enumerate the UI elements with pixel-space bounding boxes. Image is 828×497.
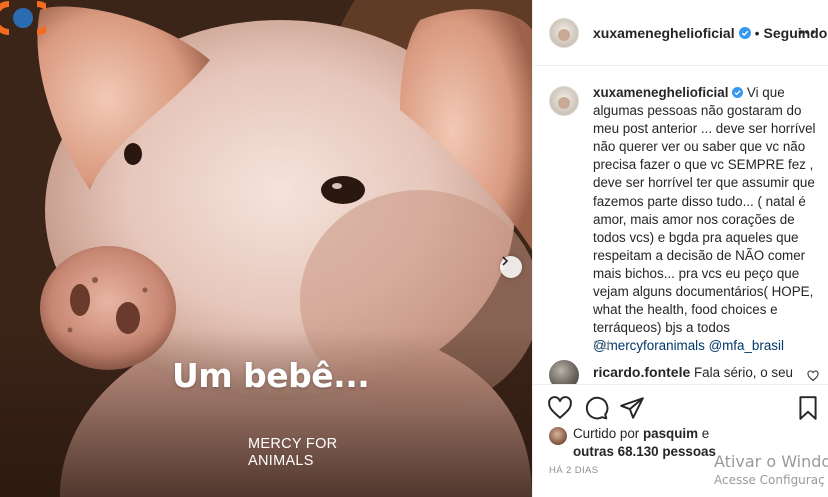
brand-line-1: MERCY FOR [248, 436, 338, 452]
comment-body: ricardo.fontele Fala sério, o seu [593, 364, 793, 380]
following-button[interactable]: Seguindo [764, 25, 828, 41]
author-info: xuxameneghelioficial • Seguindo [593, 25, 827, 41]
commenter-username[interactable]: ricardo.fontele [593, 364, 690, 380]
brand-line-2: ANIMALS [248, 453, 314, 469]
mention-mfa-brasil[interactable]: @mfa_brasil [709, 338, 784, 353]
caption-author-avatar[interactable] [549, 86, 579, 116]
mercy-for-animals-wordmark: MERCY FOR ANIMALS [248, 436, 337, 470]
like-comment-heart-icon[interactable] [807, 370, 819, 382]
chevron-right-icon [502, 256, 509, 266]
caption-body: xuxameneghelioficial Vi que algumas pess… [593, 84, 817, 355]
bookmark-icon[interactable] [795, 395, 821, 421]
likes-connector: e [701, 426, 710, 441]
post-header: xuxameneghelioficial • Seguindo [533, 0, 828, 66]
author-avatar[interactable] [549, 17, 579, 48]
pig-photo [0, 0, 532, 497]
post-actions: Curtido por pasquim e outras 68.130 pess… [533, 384, 828, 497]
mention-mercyforanimals[interactable]: @mercyforanimals [593, 338, 705, 353]
comment-icon[interactable] [583, 395, 609, 421]
comments-section[interactable]: xuxameneghelioficial Vi que algumas pess… [533, 66, 828, 384]
liker-avatar[interactable] [549, 427, 567, 445]
next-image-button[interactable] [500, 256, 522, 278]
mercy-for-animals-logo [0, 1, 46, 35]
image-overlay-text: Um bebê... [172, 356, 370, 395]
caption-username[interactable]: xuxameneghelioficial [593, 85, 728, 100]
liker-username[interactable]: pasquim [643, 426, 698, 441]
author-username[interactable]: xuxameneghelioficial [593, 25, 735, 41]
post-details-panel: xuxameneghelioficial • Seguindo xuxamene… [532, 0, 828, 497]
comment-item: ricardo.fontele Fala sério, o seu [549, 360, 819, 384]
caption-age: 2 d [593, 338, 610, 352]
paper-plane-icon[interactable] [619, 395, 645, 421]
post-timestamp: HÁ 2 DIAS [549, 465, 599, 476]
verified-badge-icon [738, 26, 751, 39]
likes-prefix: Curtido por [573, 426, 640, 441]
ellipsis-icon[interactable] [797, 22, 817, 42]
caption-text: Vi que algumas pessoas não gostaram do m… [593, 85, 816, 336]
separator-dot: • [754, 24, 760, 41]
likes-text: Curtido por pasquim e outras 68.130 pess… [573, 425, 813, 461]
commenter-avatar[interactable] [549, 360, 579, 384]
likes-summary[interactable]: Curtido por pasquim e outras 68.130 pess… [549, 425, 819, 459]
heart-icon[interactable] [547, 395, 573, 421]
verified-badge-icon [732, 87, 744, 98]
likes-others-count[interactable]: outras 68.130 pessoas [573, 444, 716, 459]
comment-text: Fala sério, o seu [693, 365, 793, 380]
post-image[interactable]: Um bebê... MERCY FOR ANIMALS [0, 0, 532, 497]
